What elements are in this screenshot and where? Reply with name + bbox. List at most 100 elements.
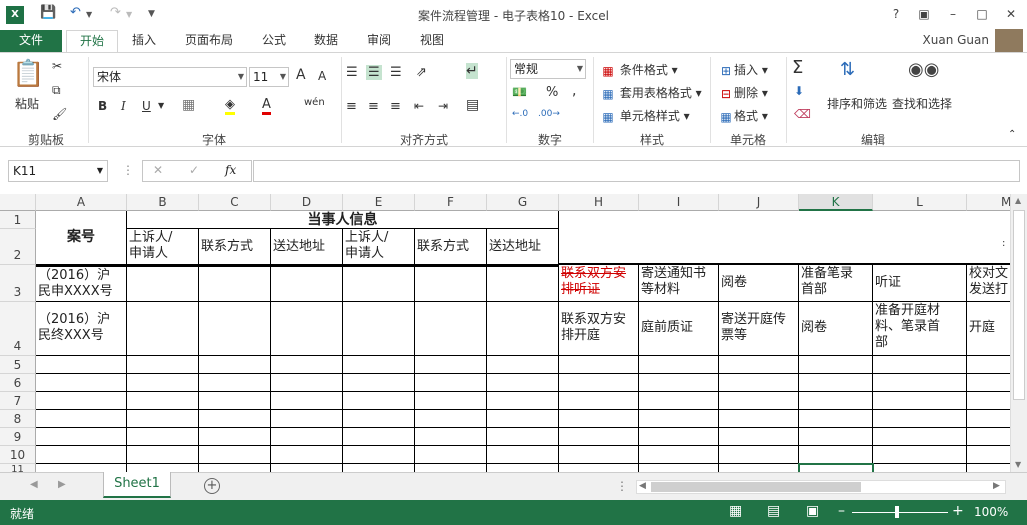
cell-d11[interactable] <box>271 464 343 472</box>
cell-h6[interactable] <box>559 374 639 392</box>
cell-e8[interactable] <box>343 410 415 428</box>
normal-view-icon[interactable]: ▦ <box>729 503 742 519</box>
row-header-3[interactable]: 3 <box>0 265 36 302</box>
cell-d6[interactable] <box>271 374 343 392</box>
cell-i5[interactable] <box>639 356 719 374</box>
row-header-10[interactable]: 10 <box>0 446 36 464</box>
increase-decimal-icon[interactable]: ←.0 <box>512 109 528 119</box>
cell-f11[interactable] <box>415 464 487 472</box>
cell-m5[interactable] <box>967 356 1010 374</box>
cell-l9[interactable] <box>873 428 967 446</box>
cell-g7[interactable] <box>487 392 559 410</box>
column-header-k[interactable]: K <box>799 194 873 211</box>
chevron-down-icon[interactable]: ▼ <box>158 101 164 110</box>
borders-icon[interactable]: ▦ <box>182 97 195 113</box>
row-header-9[interactable]: 9 <box>0 428 36 446</box>
orientation-icon[interactable]: ⇗ <box>416 65 427 80</box>
sort-filter-button[interactable]: 排序和筛选 <box>827 95 887 112</box>
shrink-font-button[interactable]: A <box>318 69 326 83</box>
cell-b4[interactable] <box>127 302 199 356</box>
cell-e11[interactable] <box>343 464 415 472</box>
cell-i4[interactable]: 庭前质证 <box>639 302 719 356</box>
column-header-m[interactable]: M <box>967 194 1010 211</box>
cell-a10[interactable] <box>36 446 127 464</box>
help-icon[interactable]: ? <box>884 4 908 24</box>
cell-l4[interactable]: 准备开庭材 料、笔录首 部 <box>873 302 967 356</box>
cancel-icon[interactable]: ✕ <box>153 163 163 177</box>
cell-styles-button[interactable]: ▦ 单元格样式 ▾ <box>600 107 689 125</box>
cell-i11[interactable] <box>639 464 719 472</box>
cell-m7[interactable] <box>967 392 1010 410</box>
row-header-2[interactable]: 2 <box>0 229 36 265</box>
scroll-thumb[interactable] <box>1013 210 1025 400</box>
cell-j3[interactable]: 阅卷 <box>719 265 799 302</box>
cell-l11[interactable] <box>873 464 967 472</box>
cell-b10[interactable] <box>127 446 199 464</box>
binoculars-icon[interactable]: ◉◉ <box>908 59 939 80</box>
cell-h11[interactable] <box>559 464 639 472</box>
cell-b11[interactable] <box>127 464 199 472</box>
copy-icon[interactable]: ⧉ <box>52 83 61 98</box>
cell-j4[interactable]: 寄送开庭传 票等 <box>719 302 799 356</box>
cell-f6[interactable] <box>415 374 487 392</box>
font-color-icon[interactable]: A <box>262 97 271 115</box>
row-header-6[interactable]: 6 <box>0 374 36 392</box>
decrease-decimal-icon[interactable]: .00→ <box>538 109 560 119</box>
cell-m6[interactable] <box>967 374 1010 392</box>
cell-k3[interactable]: 准备笔录 首部 <box>799 265 873 302</box>
cell-d8[interactable] <box>271 410 343 428</box>
font-name-select[interactable]: 宋体 ▼ <box>93 67 247 87</box>
align-right-icon[interactable]: ≡ <box>390 99 401 114</box>
cell-g5[interactable] <box>487 356 559 374</box>
cell-d3[interactable] <box>271 265 343 302</box>
tab-data[interactable]: 数据 <box>304 30 348 52</box>
cell-g8[interactable] <box>487 410 559 428</box>
cell-i6[interactable] <box>639 374 719 392</box>
zoom-slider-thumb[interactable] <box>895 506 899 518</box>
ribbon-display-icon[interactable]: ▣ <box>912 4 936 24</box>
format-painter-icon[interactable]: 🖌 <box>52 107 67 121</box>
formula-input[interactable] <box>253 160 1020 182</box>
cell-a8[interactable] <box>36 410 127 428</box>
cell-e3[interactable] <box>343 265 415 302</box>
cell-c3[interactable] <box>199 265 271 302</box>
tab-page-layout[interactable]: 页面布局 <box>172 30 246 52</box>
cell-h1-merged[interactable] <box>559 211 1010 265</box>
select-all-corner[interactable] <box>0 194 36 211</box>
cell-e5[interactable] <box>343 356 415 374</box>
cell-e10[interactable] <box>343 446 415 464</box>
decrease-indent-icon[interactable]: ⇤ <box>414 99 424 113</box>
clear-icon[interactable]: ⌫ <box>794 107 811 121</box>
enter-icon[interactable]: ✓ <box>189 163 199 177</box>
cell-h10[interactable] <box>559 446 639 464</box>
prev-sheet-icon[interactable]: ◀ <box>30 479 38 490</box>
cell-h7[interactable] <box>559 392 639 410</box>
cell-a7[interactable] <box>36 392 127 410</box>
cell-e4[interactable] <box>343 302 415 356</box>
cell-a6[interactable] <box>36 374 127 392</box>
collapse-ribbon-icon[interactable]: ⌃ <box>1008 129 1016 140</box>
cell-b8[interactable] <box>127 410 199 428</box>
cell-c7[interactable] <box>199 392 271 410</box>
row-header-11[interactable]: 11 <box>0 464 36 472</box>
cell-m11[interactable] <box>967 464 1010 472</box>
zoom-slider[interactable] <box>852 512 948 513</box>
cell-i7[interactable] <box>639 392 719 410</box>
scroll-right-icon[interactable]: ▶ <box>993 481 1000 491</box>
cell-i3[interactable]: 寄送通知书 等材料 <box>639 265 719 302</box>
cell-g6[interactable] <box>487 374 559 392</box>
cell-a5[interactable] <box>36 356 127 374</box>
close-icon[interactable]: ✕ <box>999 4 1023 24</box>
align-middle-icon[interactable]: ☰ <box>366 65 382 80</box>
cell-j5[interactable] <box>719 356 799 374</box>
cell-c10[interactable] <box>199 446 271 464</box>
column-header-b[interactable]: B <box>127 194 199 211</box>
cell-e7[interactable] <box>343 392 415 410</box>
bold-button[interactable]: B <box>98 99 107 113</box>
column-header-j[interactable]: J <box>719 194 799 211</box>
fill-color-icon[interactable]: ◈ <box>225 97 235 115</box>
format-as-table-button[interactable]: ▦ 套用表格格式 ▾ <box>600 84 701 102</box>
h-scroll-thumb[interactable] <box>651 482 861 492</box>
cell-i8[interactable] <box>639 410 719 428</box>
minimize-icon[interactable]: – <box>941 4 965 24</box>
